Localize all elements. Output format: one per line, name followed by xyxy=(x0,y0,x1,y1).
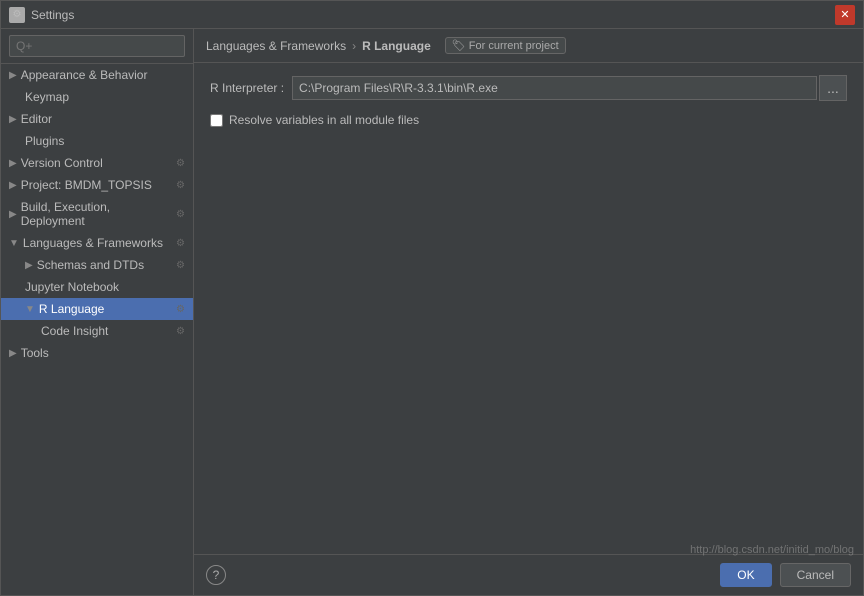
sidebar-item-label: Jupyter Notebook xyxy=(25,280,119,294)
arrow-icon: ▶ xyxy=(9,348,17,359)
arrow-icon: ▶ xyxy=(9,114,17,125)
resolve-variables-checkbox[interactable] xyxy=(210,114,223,127)
sidebar-item-editor[interactable]: ▶ Editor xyxy=(1,108,193,130)
settings-icon: ⚙ xyxy=(176,304,185,315)
window-title: Settings xyxy=(31,8,835,22)
interpreter-row: R Interpreter : ... xyxy=(210,75,847,101)
arrow-icon: ▶ xyxy=(9,209,17,220)
help-button[interactable]: ? xyxy=(206,565,226,585)
right-panel: Languages & Frameworks › R Language 🏷 Fo… xyxy=(194,29,863,595)
sidebar-item-label: Editor xyxy=(21,112,52,126)
sidebar-item-label: Appearance & Behavior xyxy=(21,68,148,82)
breadcrumb-tag-icon: 🏷 xyxy=(452,40,466,52)
sidebar-item-label: Project: BMDM_TOPSIS xyxy=(21,178,152,192)
sidebar-item-label: Build, Execution, Deployment xyxy=(21,200,176,228)
interpreter-input[interactable] xyxy=(292,76,817,100)
sidebar-item-plugins[interactable]: Plugins xyxy=(1,130,193,152)
arrow-icon: ▼ xyxy=(25,304,35,315)
sidebar-item-tools[interactable]: ▶ Tools xyxy=(1,342,193,364)
sidebar-item-label: Schemas and DTDs xyxy=(37,258,144,272)
sidebar-item-label: Keymap xyxy=(25,90,69,104)
settings-icon: ⚙ xyxy=(176,238,185,249)
app-icon: ⚙ xyxy=(9,7,25,23)
sidebar-item-project[interactable]: ▶ Project: BMDM_TOPSIS ⚙ xyxy=(1,174,193,196)
sidebar-item-label: Tools xyxy=(21,346,49,360)
search-input[interactable] xyxy=(9,35,185,57)
breadcrumb-item-1: Languages & Frameworks xyxy=(206,39,346,53)
breadcrumb-item-2: R Language xyxy=(362,39,431,53)
sidebar-item-r-language[interactable]: ▼ R Language ⚙ xyxy=(1,298,193,320)
sidebar-item-appearance[interactable]: ▶ Appearance & Behavior xyxy=(1,64,193,86)
sidebar-item-label: Code Insight xyxy=(41,324,108,338)
sidebar: ▶ Appearance & Behavior Keymap ▶ Editor … xyxy=(1,29,194,595)
panel-content: R Interpreter : ... Resolve variables in… xyxy=(194,63,863,554)
settings-icon: ⚙ xyxy=(176,209,185,220)
settings-window: ⚙ Settings ✕ ▶ Appearance & Behavior Key… xyxy=(0,0,864,596)
ok-button[interactable]: OK xyxy=(720,563,771,587)
interpreter-browse-button[interactable]: ... xyxy=(819,75,847,101)
sidebar-item-keymap[interactable]: Keymap xyxy=(1,86,193,108)
close-button[interactable]: ✕ xyxy=(835,5,855,25)
title-bar: ⚙ Settings ✕ xyxy=(1,1,863,29)
settings-icon: ⚙ xyxy=(176,180,185,191)
sidebar-item-label: Version Control xyxy=(21,156,103,170)
footer-left: ? xyxy=(206,565,226,585)
breadcrumb-separator: › xyxy=(352,39,356,53)
sidebar-item-languages-frameworks[interactable]: ▼ Languages & Frameworks ⚙ xyxy=(1,232,193,254)
arrow-icon: ▶ xyxy=(25,260,33,271)
interpreter-label: R Interpreter : xyxy=(210,81,284,95)
sidebar-item-code-insight[interactable]: Code Insight ⚙ xyxy=(1,320,193,342)
sidebar-item-jupyter[interactable]: Jupyter Notebook xyxy=(1,276,193,298)
sidebar-item-build-execution[interactable]: ▶ Build, Execution, Deployment ⚙ xyxy=(1,196,193,232)
sidebar-item-label: Plugins xyxy=(25,134,64,148)
main-content: ▶ Appearance & Behavior Keymap ▶ Editor … xyxy=(1,29,863,595)
search-bar xyxy=(1,29,193,64)
sidebar-item-label: Languages & Frameworks xyxy=(23,236,163,250)
breadcrumb-tag: 🏷 For current project xyxy=(445,37,566,54)
sidebar-item-schemas-dtds[interactable]: ▶ Schemas and DTDs ⚙ xyxy=(1,254,193,276)
footer: ? OK Cancel xyxy=(194,554,863,595)
resolve-variables-label: Resolve variables in all module files xyxy=(229,113,419,127)
arrow-icon: ▶ xyxy=(9,180,17,191)
sidebar-item-version-control[interactable]: ▶ Version Control ⚙ xyxy=(1,152,193,174)
arrow-icon: ▼ xyxy=(9,238,19,249)
arrow-icon: ▶ xyxy=(9,158,17,169)
cancel-button[interactable]: Cancel xyxy=(780,563,851,587)
sidebar-item-label: R Language xyxy=(39,302,104,316)
watermark: http://blog.csdn.net/initid_mo/blog xyxy=(690,544,854,556)
resolve-variables-row: Resolve variables in all module files xyxy=(210,113,847,127)
arrow-icon: ▶ xyxy=(9,70,17,81)
settings-icon: ⚙ xyxy=(176,260,185,271)
settings-icon: ⚙ xyxy=(176,158,185,169)
breadcrumb: Languages & Frameworks › R Language 🏷 Fo… xyxy=(194,29,863,63)
settings-icon: ⚙ xyxy=(176,326,185,337)
